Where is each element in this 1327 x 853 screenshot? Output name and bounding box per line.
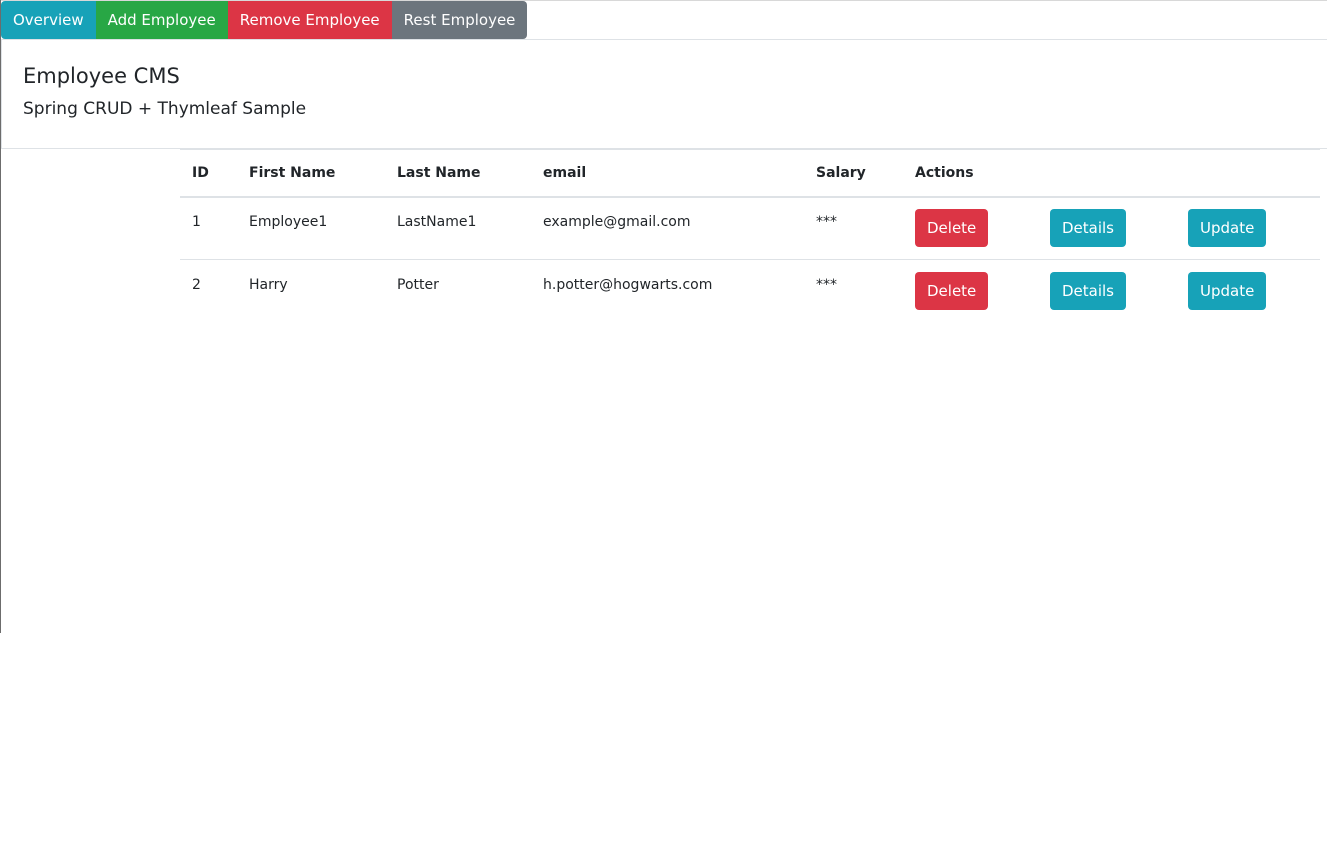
cell-details: Details xyxy=(1038,260,1176,323)
page-header: Employee CMS Spring CRUD + Thymleaf Samp… xyxy=(1,39,1327,149)
column-header-email: email xyxy=(531,149,804,198)
cell-id-text: 2 xyxy=(192,277,201,294)
employee-table-container: ID First Name Last Name email Salary Act… xyxy=(180,149,1320,323)
cell-first-name-text: Employee1 xyxy=(249,214,328,231)
cell-email: example@gmail.com xyxy=(531,196,804,260)
column-header-actions: Actions xyxy=(903,149,1038,198)
cell-first-name: Employee1 xyxy=(237,196,385,260)
cell-last-name: LastName1 xyxy=(385,196,531,260)
cell-last-name-text: Potter xyxy=(397,277,439,294)
column-header-last-name: Last Name xyxy=(385,149,531,198)
update-button[interactable]: Update xyxy=(1188,272,1267,311)
page-subtitle: Spring CRUD + Thymleaf Sample xyxy=(23,99,307,119)
cell-update: Update xyxy=(1176,196,1320,260)
nav-overview-button[interactable]: Overview xyxy=(1,1,96,39)
column-header-first-name: First Name xyxy=(237,149,385,198)
details-button[interactable]: Details xyxy=(1050,272,1127,311)
column-header-salary: Salary xyxy=(804,149,903,198)
cell-salary: *** xyxy=(804,196,903,260)
cell-email: h.potter@hogwarts.com xyxy=(531,260,804,323)
employee-table: ID First Name Last Name email Salary Act… xyxy=(180,149,1320,323)
delete-button[interactable]: Delete xyxy=(915,272,989,311)
cell-id: 1 xyxy=(180,196,237,260)
update-button[interactable]: Update xyxy=(1188,209,1267,248)
cell-last-name-text: LastName1 xyxy=(397,214,477,231)
cell-salary-text: *** xyxy=(816,214,837,231)
cell-id: 2 xyxy=(180,260,237,323)
nav-remove-employee-button[interactable]: Remove Employee xyxy=(227,1,392,39)
cell-salary: *** xyxy=(804,260,903,323)
cell-id-text: 1 xyxy=(192,214,201,231)
nav-rest-employee-button[interactable]: Rest Employee xyxy=(391,1,528,39)
cell-first-name-text: Harry xyxy=(249,277,288,294)
delete-button[interactable]: Delete xyxy=(915,209,989,248)
details-button[interactable]: Details xyxy=(1050,209,1127,248)
cell-delete: Delete xyxy=(903,260,1038,323)
cell-salary-text: *** xyxy=(816,277,837,294)
table-row: 2 Harry Potter h.potter@hogwarts.com ***… xyxy=(180,260,1320,323)
cell-email-text: example@gmail.com xyxy=(543,214,691,231)
cell-delete: Delete xyxy=(903,196,1038,260)
top-nav: Overview Add Employee Remove Employee Re… xyxy=(1,1,528,39)
cell-email-text: h.potter@hogwarts.com xyxy=(543,277,713,294)
table-row: 1 Employee1 LastName1 example@gmail.com … xyxy=(180,196,1320,260)
table-header-row: ID First Name Last Name email Salary Act… xyxy=(180,149,1320,198)
column-header-id: ID xyxy=(180,149,237,198)
page-title: Employee CMS xyxy=(23,64,180,88)
cell-last-name: Potter xyxy=(385,260,531,323)
nav-add-employee-button[interactable]: Add Employee xyxy=(95,1,228,39)
column-header-spacer xyxy=(1038,149,1176,198)
cell-first-name: Harry xyxy=(237,260,385,323)
cell-update: Update xyxy=(1176,260,1320,323)
cell-details: Details xyxy=(1038,196,1176,260)
column-header-spacer xyxy=(1176,149,1320,198)
